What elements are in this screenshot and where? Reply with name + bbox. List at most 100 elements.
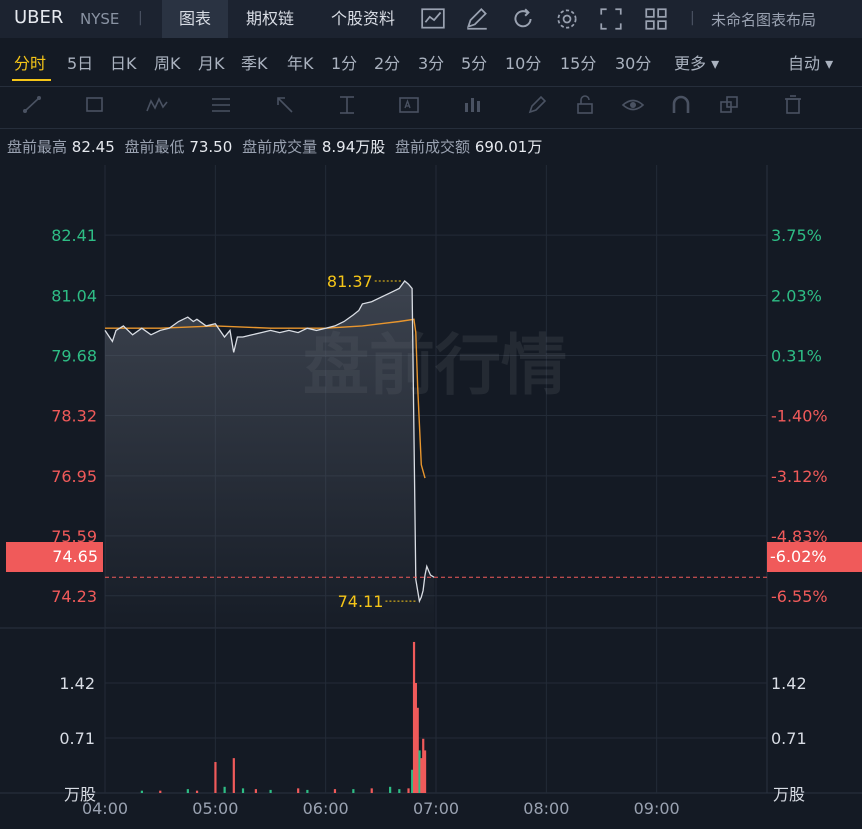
rectangle-tool-icon[interactable] bbox=[82, 93, 108, 117]
volume-bar bbox=[407, 788, 410, 793]
tab-options-chain[interactable]: 期权链 bbox=[232, 0, 308, 38]
volume-bar bbox=[186, 789, 189, 793]
volume-label: 盘前成交量 bbox=[242, 138, 318, 156]
high-label: 盘前最高 bbox=[7, 138, 68, 156]
period-tab-1[interactable]: 5日 bbox=[67, 50, 93, 74]
wave-pattern-tool-icon[interactable] bbox=[144, 93, 170, 117]
volume-bar bbox=[333, 789, 337, 793]
period-tab-0[interactable]: 分时 bbox=[14, 50, 46, 74]
trash-icon[interactable] bbox=[780, 93, 806, 117]
period-tab-7[interactable]: 1分 bbox=[331, 50, 357, 74]
auto-scale-select[interactable]: 自动 ▾ bbox=[788, 50, 833, 74]
volume-bar bbox=[195, 790, 199, 793]
settings-gear-icon[interactable] bbox=[554, 6, 580, 32]
period-tab-8[interactable]: 2分 bbox=[374, 50, 400, 74]
chart-type-icon[interactable] bbox=[420, 6, 446, 32]
intraday-chart[interactable]: 盘前行情 04:00 05:00 06:00 07:00 08:00 09:0082.41… bbox=[0, 165, 862, 829]
volume-bar bbox=[389, 786, 392, 793]
tab-company-profile[interactable]: 个股资料 bbox=[318, 0, 408, 38]
volume-bar bbox=[223, 786, 226, 793]
percent-tick-label: -6.55% bbox=[771, 587, 828, 606]
volume-bar bbox=[214, 762, 217, 793]
layout-name[interactable]: 未命名图表布局 bbox=[711, 9, 816, 30]
volume-bar bbox=[398, 789, 401, 793]
volume-bar bbox=[269, 789, 272, 793]
volume-bar bbox=[232, 758, 235, 793]
x-tick-label: 08:00 bbox=[523, 799, 569, 818]
trend-line-tool-icon[interactable] bbox=[20, 93, 46, 117]
max-price-annotation: 81.37 bbox=[327, 272, 373, 291]
price-tick-label: 76.95 bbox=[51, 467, 97, 486]
divider bbox=[0, 86, 862, 87]
volume-bar bbox=[241, 788, 245, 793]
x-tick-label: 07:00 bbox=[413, 799, 459, 818]
text-tool-icon[interactable] bbox=[396, 93, 422, 117]
magnet-icon[interactable] bbox=[668, 93, 694, 117]
period-tab-10[interactable]: 5分 bbox=[461, 50, 487, 74]
amount-label: 盘前成交额 bbox=[395, 138, 471, 156]
indicator-tool-icon[interactable] bbox=[460, 93, 486, 117]
volume-bar bbox=[140, 790, 143, 793]
period-tab-12[interactable]: 15分 bbox=[560, 50, 596, 74]
x-tick-label: 05:00 bbox=[192, 799, 238, 818]
volume-bar bbox=[159, 790, 162, 793]
volume-tick-label: 0.71 bbox=[59, 729, 95, 748]
high-value: 82.45 bbox=[71, 138, 115, 156]
price-tick-label: 81.04 bbox=[51, 287, 97, 306]
lock-icon[interactable] bbox=[572, 93, 598, 117]
min-price-annotation: 74.11 bbox=[338, 592, 384, 611]
eye-visibility-icon[interactable] bbox=[620, 93, 646, 117]
period-tab-11[interactable]: 10分 bbox=[505, 50, 541, 74]
brush-tool-icon[interactable] bbox=[524, 93, 550, 117]
fibonacci-tool-icon[interactable] bbox=[208, 93, 234, 117]
period-tab-2[interactable]: 日K bbox=[110, 50, 137, 74]
volume-tick-label-right: 1.42 bbox=[771, 674, 807, 693]
period-tab-3[interactable]: 周K bbox=[154, 50, 181, 74]
premarket-stats: 盘前最高 82.45 盘前最低 73.50 盘前成交量 8.94万股 盘前成交额… bbox=[7, 136, 547, 157]
period-tab-14[interactable]: 更多 ▾ bbox=[674, 50, 719, 74]
price-tick-label: 79.68 bbox=[51, 346, 97, 365]
amount-value: 690.01万 bbox=[474, 138, 543, 156]
exchange-label: NYSE bbox=[80, 10, 120, 28]
header-separator: | bbox=[138, 10, 143, 26]
current-change-badge: -6.02% bbox=[767, 542, 862, 572]
measure-tool-icon[interactable] bbox=[334, 93, 360, 117]
volume-bar bbox=[254, 789, 257, 793]
grid-layout-icon[interactable] bbox=[643, 6, 669, 32]
arrow-tool-icon[interactable] bbox=[272, 93, 298, 117]
layers-icon[interactable] bbox=[716, 93, 742, 117]
volume-unit-label: 万股 bbox=[64, 785, 96, 804]
low-value: 73.50 bbox=[189, 138, 233, 156]
percent-tick-label: 2.03% bbox=[771, 287, 822, 306]
active-period-underline bbox=[12, 79, 51, 81]
volume-tick-label-right: 0.71 bbox=[771, 729, 807, 748]
low-label: 盘前最低 bbox=[124, 138, 185, 156]
volume-unit-label-right: 万股 bbox=[773, 785, 805, 804]
draw-pen-icon[interactable] bbox=[464, 6, 490, 32]
refresh-icon[interactable] bbox=[510, 6, 536, 32]
current-price-badge: 74.65 bbox=[6, 542, 103, 572]
volume-bar bbox=[423, 750, 427, 793]
header-separator-2: | bbox=[690, 10, 695, 26]
volume-bar bbox=[370, 788, 373, 793]
x-tick-label: 06:00 bbox=[303, 799, 349, 818]
price-tick-label: 74.23 bbox=[51, 587, 97, 606]
price-tick-label: 82.41 bbox=[51, 226, 97, 245]
symbol-title: UBER bbox=[14, 7, 64, 28]
period-tab-5[interactable]: 季K bbox=[241, 50, 268, 74]
tab-chart[interactable]: 图表 bbox=[162, 0, 228, 38]
divider bbox=[0, 128, 862, 129]
percent-tick-label: -1.40% bbox=[771, 406, 828, 425]
volume-bar bbox=[297, 788, 300, 793]
percent-tick-label: 3.75% bbox=[771, 226, 822, 245]
period-tab-6[interactable]: 年K bbox=[287, 50, 314, 74]
volume-bar bbox=[352, 789, 355, 793]
volume-tick-label: 1.42 bbox=[59, 674, 95, 693]
period-tab-13[interactable]: 30分 bbox=[615, 50, 651, 74]
fullscreen-icon[interactable] bbox=[598, 6, 624, 32]
volume-bar bbox=[306, 789, 309, 793]
period-tab-4[interactable]: 月K bbox=[198, 50, 225, 74]
volume-value: 8.94万股 bbox=[321, 138, 386, 156]
x-tick-label: 09:00 bbox=[634, 799, 680, 818]
period-tab-9[interactable]: 3分 bbox=[418, 50, 444, 74]
